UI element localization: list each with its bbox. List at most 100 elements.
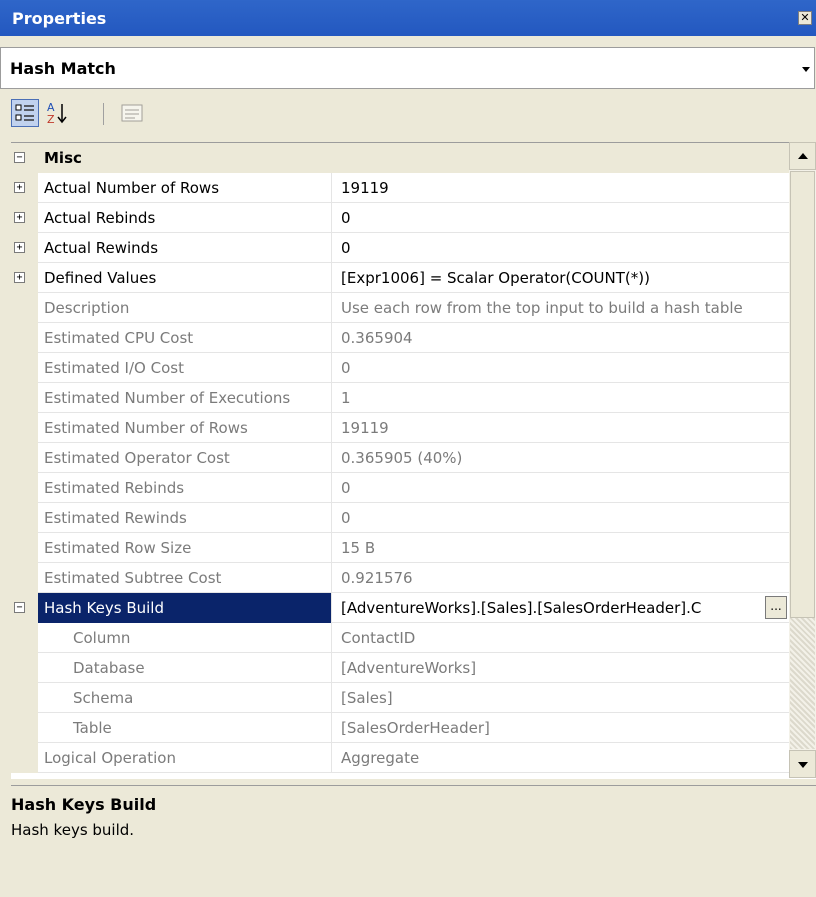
property-row-estimated-subtree-cost[interactable]: Estimated Subtree Cost 0.921576: [11, 563, 789, 593]
property-row-column[interactable]: Column ContactID: [11, 623, 789, 653]
close-icon[interactable]: ✕: [798, 11, 812, 25]
property-value: 0: [341, 509, 351, 527]
property-row-estimated-number-of-rows[interactable]: Estimated Number of Rows 19119: [11, 413, 789, 443]
property-value: [Sales]: [341, 689, 393, 707]
row-gutter: [11, 383, 38, 413]
collapse-icon[interactable]: −: [14, 602, 25, 613]
property-value: 1: [341, 389, 351, 407]
scroll-thumb[interactable]: [790, 171, 815, 618]
property-value: 19119: [341, 179, 389, 197]
expand-icon[interactable]: +: [14, 182, 25, 193]
toolbar-separator: [103, 103, 104, 125]
scroll-down-button[interactable]: [789, 750, 816, 778]
property-name: Estimated Rebinds: [38, 473, 332, 503]
expand-icon[interactable]: +: [14, 212, 25, 223]
property-row-actual-rewinds[interactable]: + Actual Rewinds 0: [11, 233, 789, 263]
row-gutter: [11, 653, 38, 683]
property-name: Estimated Subtree Cost: [38, 563, 332, 593]
property-name: Description: [38, 293, 332, 323]
property-name: Estimated Operator Cost: [38, 443, 332, 473]
property-row-estimated-rewinds[interactable]: Estimated Rewinds 0: [11, 503, 789, 533]
chevron-down-icon[interactable]: [802, 67, 810, 72]
property-value: Aggregate: [341, 749, 420, 767]
property-name: Estimated Rewinds: [38, 503, 332, 533]
alphabetical-button[interactable]: A Z: [44, 99, 72, 127]
scroll-up-button[interactable]: [789, 142, 816, 170]
property-row-estimated-number-of-executions[interactable]: Estimated Number of Executions 1: [11, 383, 789, 413]
property-row-logical-operation[interactable]: Logical Operation Aggregate: [11, 743, 789, 773]
property-name: Estimated Number of Rows: [38, 413, 332, 443]
row-gutter: [11, 473, 38, 503]
row-gutter: [11, 503, 38, 533]
property-value: [Expr1006] = Scalar Operator(COUNT(*)): [341, 269, 650, 287]
property-value: 15 B: [341, 539, 376, 557]
property-name: Estimated Number of Executions: [38, 383, 332, 413]
alphabetical-sort-icon: A Z: [47, 101, 67, 126]
property-row-database[interactable]: Database [AdventureWorks]: [11, 653, 789, 683]
property-row-actual-rebinds[interactable]: + Actual Rebinds 0: [11, 203, 789, 233]
property-row-estimated-io-cost[interactable]: Estimated I/O Cost 0: [11, 353, 789, 383]
property-row-estimated-row-size[interactable]: Estimated Row Size 15 B: [11, 533, 789, 563]
expand-icon[interactable]: +: [14, 242, 25, 253]
row-gutter: [11, 323, 38, 353]
property-name: Actual Rebinds: [38, 203, 332, 233]
row-gutter: [11, 293, 38, 323]
property-value: [AdventureWorks]: [341, 659, 477, 677]
description-title: Hash Keys Build: [11, 795, 157, 814]
property-row-description[interactable]: Description Use each row from the top in…: [11, 293, 789, 323]
description-panel: Hash Keys Build Hash keys build.: [11, 785, 816, 897]
categorized-button[interactable]: [11, 99, 39, 127]
property-row-actual-number-of-rows[interactable]: + Actual Number of Rows 19119: [11, 173, 789, 203]
property-pages-button[interactable]: [118, 99, 146, 127]
object-selector[interactable]: Hash Match: [0, 47, 815, 89]
svg-text:Z: Z: [47, 113, 55, 126]
property-name: Column: [38, 623, 332, 653]
property-name: Table: [38, 713, 332, 743]
ellipsis-button[interactable]: ...: [765, 596, 787, 619]
property-row-table[interactable]: Table [SalesOrderHeader]: [11, 713, 789, 743]
property-row-schema[interactable]: Schema [Sales]: [11, 683, 789, 713]
property-value: 0.365905 (40%): [341, 449, 463, 467]
property-name: Database: [38, 653, 332, 683]
row-gutter: [11, 623, 38, 653]
row-gutter: [11, 683, 38, 713]
property-name: Actual Rewinds: [38, 233, 332, 263]
properties-window: Properties ✕ Hash Match A Z − Misc + Act…: [0, 0, 816, 897]
property-name: Estimated I/O Cost: [38, 353, 332, 383]
property-row-estimated-cpu-cost[interactable]: Estimated CPU Cost 0.365904: [11, 323, 789, 353]
property-name: Estimated CPU Cost: [38, 323, 332, 353]
row-gutter: [11, 713, 38, 743]
property-name: Estimated Row Size: [38, 533, 332, 563]
scroll-track[interactable]: [790, 618, 815, 749]
category-row-misc[interactable]: − Misc: [11, 143, 789, 173]
arrow-down-icon: [798, 762, 808, 768]
property-row-hash-keys-build[interactable]: − Hash Keys Build [AdventureWorks].[Sale…: [11, 593, 789, 623]
property-value: Use each row from the top input to build…: [341, 299, 743, 317]
category-label: Misc: [44, 149, 82, 167]
object-selector-value: Hash Match: [10, 59, 116, 78]
expand-icon[interactable]: +: [14, 272, 25, 283]
property-value: 0.365904: [341, 329, 413, 347]
row-gutter: [11, 533, 38, 563]
property-value: 0: [341, 239, 351, 257]
title-bar: Properties ✕: [0, 0, 816, 36]
row-gutter: [11, 353, 38, 383]
property-name: Schema: [38, 683, 332, 713]
property-row-estimated-operator-cost[interactable]: Estimated Operator Cost 0.365905 (40%): [11, 443, 789, 473]
property-value: 0: [341, 479, 351, 497]
property-value: 0: [341, 359, 351, 377]
property-name: Logical Operation: [38, 743, 332, 773]
collapse-icon[interactable]: −: [14, 152, 25, 163]
property-pages-icon: [121, 104, 143, 122]
property-name: Actual Number of Rows: [38, 173, 332, 203]
property-name: Hash Keys Build: [38, 593, 332, 623]
property-value: ContactID: [341, 629, 416, 647]
row-gutter: [11, 443, 38, 473]
property-row-defined-values[interactable]: + Defined Values [Expr1006] = Scalar Ope…: [11, 263, 789, 293]
vertical-scrollbar[interactable]: [789, 142, 816, 778]
property-row-estimated-rebinds[interactable]: Estimated Rebinds 0: [11, 473, 789, 503]
row-gutter: [11, 413, 38, 443]
property-grid: − Misc + Actual Number of Rows 19119 + A…: [11, 142, 816, 779]
toolbar: A Z: [0, 94, 816, 134]
property-value: [AdventureWorks].[Sales].[SalesOrderHead…: [341, 599, 702, 617]
